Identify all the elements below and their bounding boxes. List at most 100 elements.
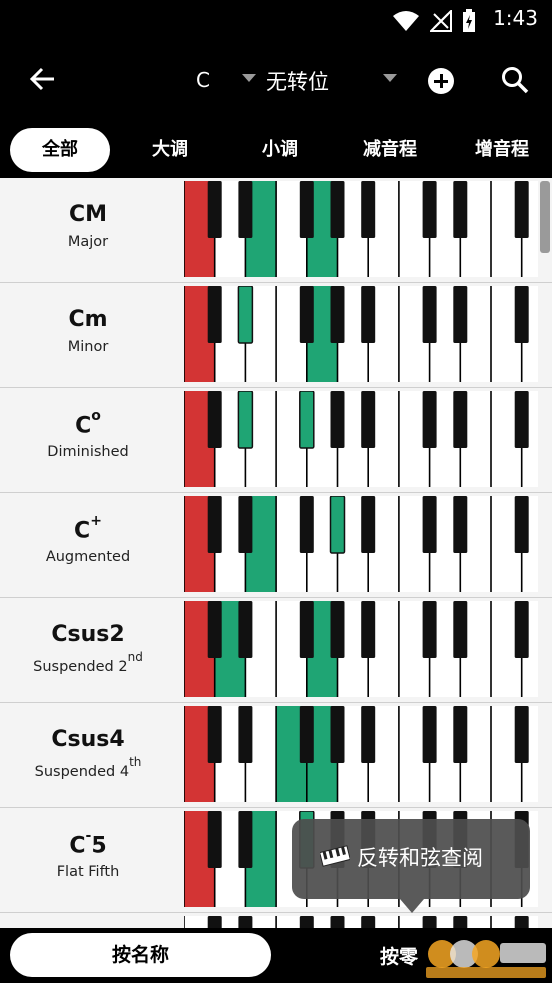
status-time: 1:43 xyxy=(493,6,538,30)
piano-black-key[interactable] xyxy=(238,181,253,238)
inversion-selector[interactable]: 无转位 xyxy=(266,66,329,96)
add-icon[interactable] xyxy=(428,68,454,94)
piano-keyboard[interactable] xyxy=(184,706,538,802)
piano-black-key[interactable] xyxy=(238,706,253,763)
piano-black-key[interactable] xyxy=(453,496,468,553)
chord-row[interactable]: Co Diminished xyxy=(0,388,552,493)
scrollbar[interactable] xyxy=(540,181,550,253)
chord-row[interactable]: C+ Augmented xyxy=(0,493,552,598)
piano-black-key[interactable] xyxy=(207,811,222,868)
piano-black-key[interactable] xyxy=(361,601,376,658)
piano-black-key[interactable] xyxy=(361,181,376,238)
piano-black-key[interactable] xyxy=(207,706,222,763)
piano-black-key[interactable] xyxy=(207,286,222,343)
piano-black-key[interactable] xyxy=(238,496,253,553)
chord-name-suffix: 5 xyxy=(91,833,107,859)
chord-row[interactable]: Csus4 Suspended 4th xyxy=(0,703,552,808)
chord-description-text: Suspended 2 xyxy=(33,658,128,675)
piano-black-key[interactable] xyxy=(207,181,222,238)
piano-black-key[interactable] xyxy=(299,916,314,928)
piano-black-key[interactable] xyxy=(514,496,529,553)
piano-black-key[interactable] xyxy=(514,916,529,928)
chord-name: C+ xyxy=(0,513,176,543)
back-arrow-icon[interactable] xyxy=(28,64,58,94)
tab-augmented[interactable]: 增音程 xyxy=(452,128,552,172)
chord-row[interactable] xyxy=(0,913,552,928)
chord-name-superscript: - xyxy=(85,828,92,844)
piano-black-key[interactable] xyxy=(330,916,345,928)
piano-black-key[interactable] xyxy=(299,391,315,449)
piano-black-key[interactable] xyxy=(422,706,437,763)
piano-black-key[interactable] xyxy=(514,181,529,238)
piano-black-key[interactable] xyxy=(330,181,345,238)
piano-black-key[interactable] xyxy=(238,601,253,658)
piano-black-key[interactable] xyxy=(207,916,222,928)
piano-black-key[interactable] xyxy=(238,916,253,928)
toast: 反转和弦查阅 xyxy=(292,819,530,899)
piano-black-key[interactable] xyxy=(330,391,345,448)
piano-black-key[interactable] xyxy=(299,601,314,658)
by-name-button[interactable]: 按名称 xyxy=(10,933,271,977)
piano-keyboard[interactable] xyxy=(184,601,538,697)
chord-description: Augmented xyxy=(0,549,176,565)
piano-black-key[interactable] xyxy=(422,916,437,928)
chord-name: Cm xyxy=(0,307,176,332)
piano-black-key[interactable] xyxy=(422,496,437,553)
piano-keyboard[interactable] xyxy=(184,391,538,487)
piano-black-key[interactable] xyxy=(514,391,529,448)
piano-black-key[interactable] xyxy=(299,496,314,553)
piano-black-key[interactable] xyxy=(207,391,222,448)
piano-black-key[interactable] xyxy=(361,706,376,763)
search-icon[interactable] xyxy=(500,65,530,95)
chord-row[interactable]: Csus2 Suspended 2nd xyxy=(0,598,552,703)
piano-black-key[interactable] xyxy=(299,181,314,238)
piano-black-key[interactable] xyxy=(453,601,468,658)
piano-black-key[interactable] xyxy=(207,496,222,553)
piano-black-key[interactable] xyxy=(361,391,376,448)
chord-row[interactable]: CM Major xyxy=(0,178,552,283)
piano-icon xyxy=(320,845,350,867)
tab-diminished[interactable]: 减音程 xyxy=(342,128,438,172)
piano-black-key[interactable] xyxy=(330,286,345,343)
key-dropdown-icon[interactable] xyxy=(242,74,256,82)
piano-black-key[interactable] xyxy=(422,286,437,343)
piano-black-key[interactable] xyxy=(207,601,222,658)
piano-black-key[interactable] xyxy=(361,496,376,553)
chord-row[interactable]: Cm Minor xyxy=(0,283,552,388)
piano-black-key[interactable] xyxy=(514,286,529,343)
piano-black-key[interactable] xyxy=(361,286,376,343)
piano-black-key[interactable] xyxy=(299,286,314,343)
chord-description-superscript: th xyxy=(129,755,142,769)
piano-black-key[interactable] xyxy=(330,706,345,763)
piano-keyboard[interactable] xyxy=(184,181,538,277)
piano-black-key[interactable] xyxy=(422,181,437,238)
piano-black-key[interactable] xyxy=(453,916,468,928)
piano-black-key[interactable] xyxy=(237,391,254,449)
piano-black-key[interactable] xyxy=(422,601,437,658)
piano-keyboard[interactable] xyxy=(184,916,538,928)
chord-name-text: Csus2 xyxy=(51,622,125,647)
tab-minor[interactable]: 小调 xyxy=(232,128,328,172)
piano-black-key[interactable] xyxy=(238,811,253,868)
piano-black-key[interactable] xyxy=(453,181,468,238)
piano-black-key[interactable] xyxy=(237,286,254,344)
tab-major[interactable]: 大调 xyxy=(122,128,218,172)
piano-keyboard[interactable] xyxy=(184,496,538,592)
piano-black-key[interactable] xyxy=(422,391,437,448)
key-selector[interactable]: C xyxy=(196,68,210,92)
piano-black-key[interactable] xyxy=(329,496,346,554)
piano-black-key[interactable] xyxy=(453,391,468,448)
piano-keyboard[interactable] xyxy=(184,286,538,382)
by-note-button[interactable]: 按零 xyxy=(380,942,418,969)
piano-black-key[interactable] xyxy=(453,286,468,343)
piano-black-key[interactable] xyxy=(514,601,529,658)
piano-black-key[interactable] xyxy=(361,916,376,928)
piano-black-key[interactable] xyxy=(299,706,314,763)
piano-black-key[interactable] xyxy=(453,706,468,763)
tab-all[interactable]: 全部 xyxy=(10,128,110,172)
chord-name: Csus2 xyxy=(0,622,176,647)
piano-black-key[interactable] xyxy=(330,601,345,658)
chord-name-text: CM xyxy=(68,202,108,227)
inversion-dropdown-icon[interactable] xyxy=(383,74,397,82)
piano-black-key[interactable] xyxy=(514,706,529,763)
